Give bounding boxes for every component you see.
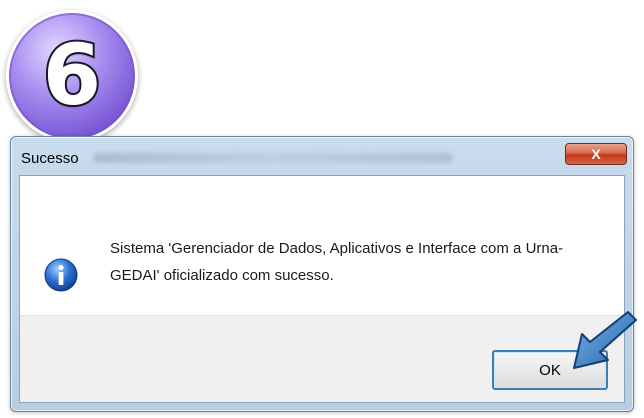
dialog-message: Sistema 'Gerenciador de Dados, Aplicativ… <box>110 240 564 284</box>
success-dialog: Sucesso X Sistema 'Gerenciador de Dados, <box>10 136 634 412</box>
pointer-arrow-icon <box>573 311 637 369</box>
close-button[interactable]: X <box>565 143 627 165</box>
dialog-title: Sucesso <box>21 150 79 167</box>
step-number-badge: 6 <box>6 10 138 142</box>
dialog-footer: OK <box>20 315 624 402</box>
dialog-titlebar[interactable]: Sucesso X <box>11 137 633 175</box>
step-number: 6 <box>41 26 103 124</box>
close-icon: X <box>591 146 601 162</box>
blurred-title-text <box>93 153 453 163</box>
message-area: Sistema 'Gerenciador de Dados, Aplicativ… <box>20 176 624 326</box>
info-icon <box>44 258 78 292</box>
dialog-body: Sistema 'Gerenciador de Dados, Aplicativ… <box>19 175 625 403</box>
